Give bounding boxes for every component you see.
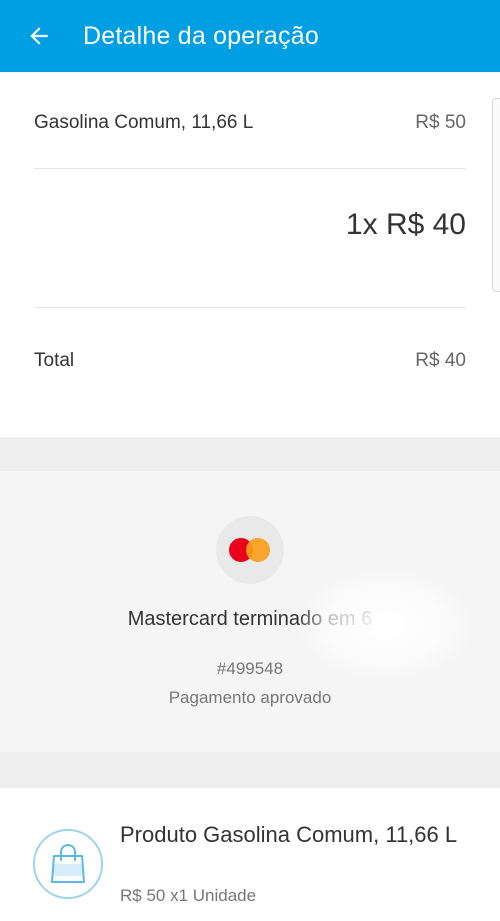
- item-amount: R$ 50: [415, 112, 466, 133]
- redaction-mark: [300, 570, 470, 680]
- installment-amount: 1x R$ 40: [345, 208, 466, 241]
- section-separator: [0, 437, 500, 471]
- app-header: Detalhe da operação: [0, 0, 500, 72]
- payment-status: Pagamento aprovado: [168, 688, 332, 707]
- card-brand-badge: [216, 516, 284, 584]
- shopping-bag-icon: [51, 844, 85, 883]
- mastercard-yellow-circle: [246, 538, 270, 562]
- arrow-left-icon: [30, 27, 48, 45]
- product-detail: R$ 50 x1 Unidade: [120, 886, 257, 905]
- total-label: Total: [34, 350, 75, 371]
- total-amount: R$ 40: [415, 350, 466, 371]
- product-icon-badge: [33, 829, 103, 899]
- scroll-indicator: [492, 98, 500, 292]
- item-row: Gasolina Comum, 11,66 L R$ 50: [34, 109, 466, 137]
- product-name: Produto Gasolina Comum, 11,66 L: [120, 822, 458, 847]
- section-separator: [0, 752, 500, 788]
- total-row: Total R$ 40: [34, 347, 466, 375]
- page-title: Detalhe da operação: [83, 21, 319, 50]
- back-button[interactable]: [25, 22, 53, 50]
- divider: [34, 307, 466, 308]
- divider: [34, 168, 466, 169]
- item-label: Gasolina Comum, 11,66 L: [34, 112, 254, 133]
